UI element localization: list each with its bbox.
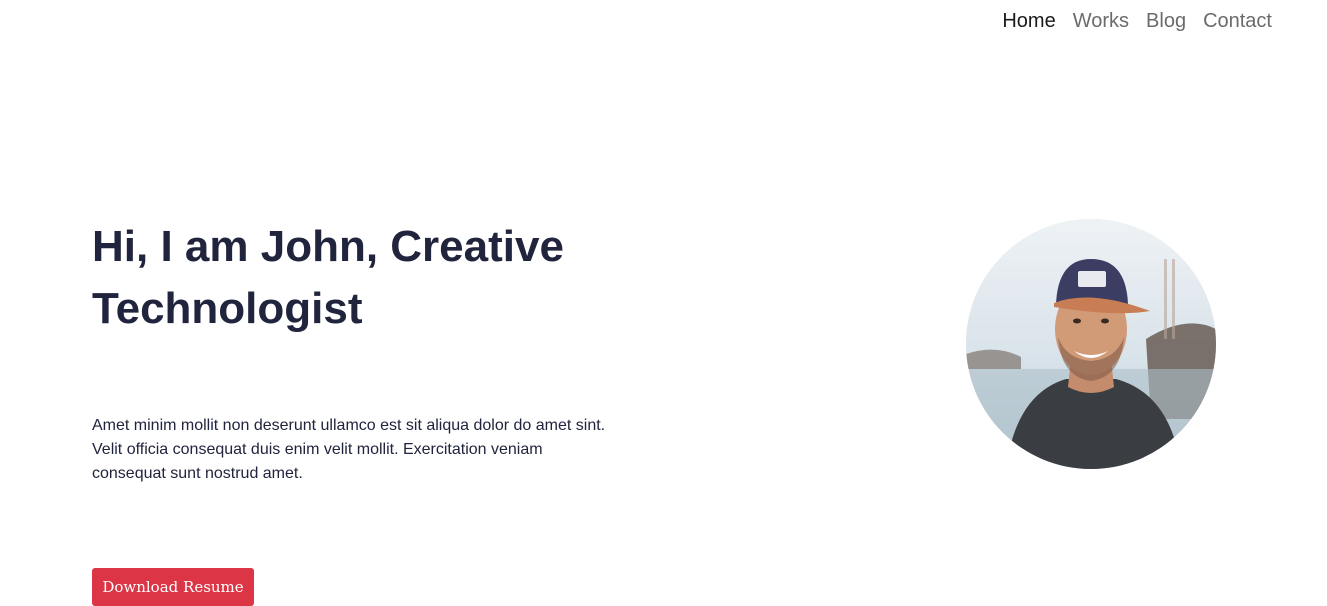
nav-works[interactable]: Works [1073,10,1129,33]
download-resume-button[interactable]: Download Resume [92,568,254,606]
page: Home Works Blog Contact Hi, I am John, C… [0,0,1327,606]
main-nav: Home Works Blog Contact [1002,10,1272,33]
nav-contact[interactable]: Contact [1203,10,1272,33]
avatar [966,219,1216,469]
nav-home[interactable]: Home [1002,10,1055,33]
nav-blog[interactable]: Blog [1146,10,1186,33]
avatar-photo [966,219,1216,469]
hero-title: Hi, I am John, Creative Technologist [92,222,564,333]
hero-description: Amet minim mollit non deserunt ullamco e… [92,417,606,482]
